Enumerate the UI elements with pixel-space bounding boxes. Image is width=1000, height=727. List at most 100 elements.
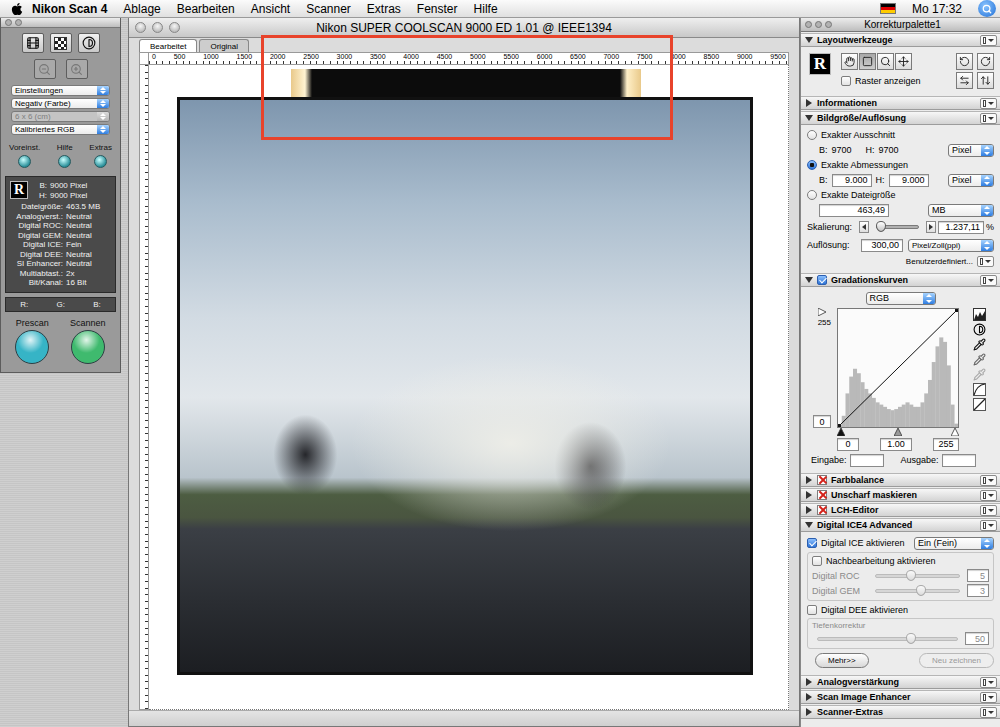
- section-header[interactable]: LCH-Editor: [801, 503, 1000, 517]
- disclosure-triangle-icon[interactable]: [805, 115, 813, 121]
- white-point-marker-icon[interactable]: [951, 428, 959, 436]
- section-disabled-checkbox[interactable]: [817, 490, 827, 500]
- rotate-left-button[interactable]: [956, 53, 973, 70]
- layout-tool-button[interactable]: [895, 53, 912, 70]
- disclosure-triangle-icon[interactable]: [805, 522, 813, 528]
- minimize-button[interactable]: [815, 21, 822, 28]
- german-flag-icon[interactable]: [880, 3, 896, 14]
- size-input[interactable]: 9.000: [832, 174, 872, 187]
- rotate-right-button[interactable]: [977, 53, 994, 70]
- dee-checkbox[interactable]: [807, 605, 817, 615]
- film-tool-button[interactable]: [22, 33, 44, 53]
- disclosure-triangle-icon[interactable]: [806, 693, 812, 701]
- size-mode-radio-row[interactable]: Exakter Ausschnitt: [807, 128, 994, 142]
- section-checkbox[interactable]: [817, 275, 827, 285]
- disclosure-triangle-icon[interactable]: [805, 37, 813, 43]
- flip-vertical-button[interactable]: [977, 72, 994, 89]
- section-header[interactable]: Unscharf maskieren: [801, 488, 1000, 502]
- contrast-tool-button[interactable]: [78, 33, 100, 53]
- channel-popup[interactable]: RGB: [866, 292, 936, 305]
- layout-tool-button[interactable]: [859, 53, 876, 70]
- output-value-field[interactable]: [942, 454, 976, 467]
- curve-point[interactable]: [837, 424, 841, 428]
- section-menu-button[interactable]: [980, 505, 997, 516]
- section-menu-button[interactable]: [980, 275, 997, 286]
- unit-popup[interactable]: MB: [928, 204, 994, 217]
- settings-popup[interactable]: Kalibriertes RGB: [11, 124, 110, 135]
- section-header[interactable]: Scanner-Extras: [801, 705, 1000, 719]
- scan-button[interactable]: Scannen: [70, 318, 106, 364]
- size-mode-radio[interactable]: [807, 130, 817, 140]
- section-disabled-checkbox[interactable]: [817, 505, 827, 515]
- menu-item[interactable]: Ablage: [115, 0, 168, 18]
- input-low-field[interactable]: 0: [837, 438, 859, 451]
- section-menu-button[interactable]: [980, 113, 997, 124]
- knob-button[interactable]: Hilfe: [57, 143, 73, 168]
- scaling-input[interactable]: 1.237,11: [938, 221, 984, 234]
- black-point-marker-icon[interactable]: [837, 428, 845, 436]
- grid-checkbox-row[interactable]: Raster anzeigen: [841, 74, 921, 87]
- section-menu-button[interactable]: [980, 677, 997, 688]
- thumbnail-tool-button[interactable]: [50, 33, 72, 53]
- menu-item[interactable]: Fenster: [409, 0, 466, 18]
- minimize-button[interactable]: [15, 19, 22, 26]
- disclosure-triangle-icon[interactable]: [806, 491, 812, 499]
- tab[interactable]: Bearbeitet: [139, 39, 197, 52]
- gamma-field[interactable]: 1.00: [880, 438, 912, 451]
- menu-item[interactable]: Scanner: [298, 0, 359, 18]
- tab[interactable]: Original: [199, 39, 249, 52]
- section-header[interactable]: Analogverstärkung: [801, 675, 1000, 689]
- section-header[interactable]: Gradationskurven: [801, 273, 1000, 287]
- spotlight-button[interactable]: [978, 0, 996, 17]
- section-header[interactable]: Informationen: [801, 96, 1000, 110]
- custom-menu-button[interactable]: [977, 256, 994, 267]
- scaling-decrease-button[interactable]: [859, 221, 869, 233]
- settings-popup[interactable]: Negativ (Farbe): [11, 98, 110, 109]
- file-size-input[interactable]: 463,49: [819, 204, 889, 217]
- post-processing-checkbox[interactable]: [812, 556, 822, 566]
- menu-item[interactable]: Hilfe: [466, 0, 506, 18]
- section-menu-button[interactable]: [980, 35, 997, 46]
- unit-popup[interactable]: Pixel: [948, 174, 994, 187]
- disclosure-triangle-icon[interactable]: [806, 678, 812, 686]
- size-mode-radio[interactable]: [807, 190, 817, 200]
- section-disabled-checkbox[interactable]: [817, 475, 827, 485]
- close-button[interactable]: [805, 21, 812, 28]
- disclosure-triangle-icon[interactable]: [806, 99, 812, 107]
- menu-item[interactable]: Extras: [359, 0, 409, 18]
- zoom-button[interactable]: [169, 22, 180, 33]
- section-menu-button[interactable]: [980, 98, 997, 109]
- section-header[interactable]: Digital ICE4 Advanced: [801, 518, 1000, 532]
- section-menu-button[interactable]: [980, 692, 997, 703]
- size-input[interactable]: 9.000: [889, 174, 929, 187]
- output-min-input[interactable]: 0: [813, 415, 831, 428]
- tone-curve-graph[interactable]: [837, 308, 959, 428]
- layout-tool-button[interactable]: [841, 53, 858, 70]
- ice-button[interactable]: Mehr>>: [815, 653, 869, 668]
- menu-item[interactable]: Ansicht: [243, 0, 298, 18]
- zoom-button[interactable]: [825, 21, 832, 28]
- apple-icon[interactable]: [10, 2, 24, 16]
- ice-mode-popup[interactable]: Ein (Fein): [914, 537, 994, 550]
- input-value-field[interactable]: [850, 454, 884, 467]
- section-header[interactable]: Farbbalance: [801, 473, 1000, 487]
- section-header[interactable]: Scan Image Enhancer: [801, 690, 1000, 704]
- section-header[interactable]: Bildgröße/Auflösung: [801, 111, 1000, 125]
- dee-row[interactable]: Digital DEE aktivieren: [807, 602, 994, 617]
- knob-button[interactable]: Extras: [89, 143, 112, 168]
- disclosure-triangle-icon[interactable]: [806, 708, 812, 716]
- curve-point[interactable]: [955, 308, 959, 312]
- settings-popup[interactable]: Einstellungen: [11, 85, 110, 96]
- size-mode-radio-row[interactable]: Exakte Abmessungen: [807, 158, 994, 172]
- disclosure-triangle-icon[interactable]: [806, 476, 812, 484]
- close-button[interactable]: [5, 19, 12, 26]
- grid-checkbox[interactable]: [841, 76, 851, 86]
- section-header[interactable]: Layoutwerkzeuge: [801, 33, 1000, 47]
- disclosure-triangle-icon[interactable]: [805, 277, 813, 283]
- flip-horizontal-button[interactable]: [956, 72, 973, 89]
- unit-popup[interactable]: Pixel: [948, 144, 994, 157]
- layout-tool-button[interactable]: [877, 53, 894, 70]
- post-processing-row[interactable]: Nachbearbeitung aktivieren: [812, 554, 989, 568]
- app-menu[interactable]: Nikon Scan 4: [24, 0, 115, 18]
- ice-checkbox[interactable]: [807, 538, 817, 548]
